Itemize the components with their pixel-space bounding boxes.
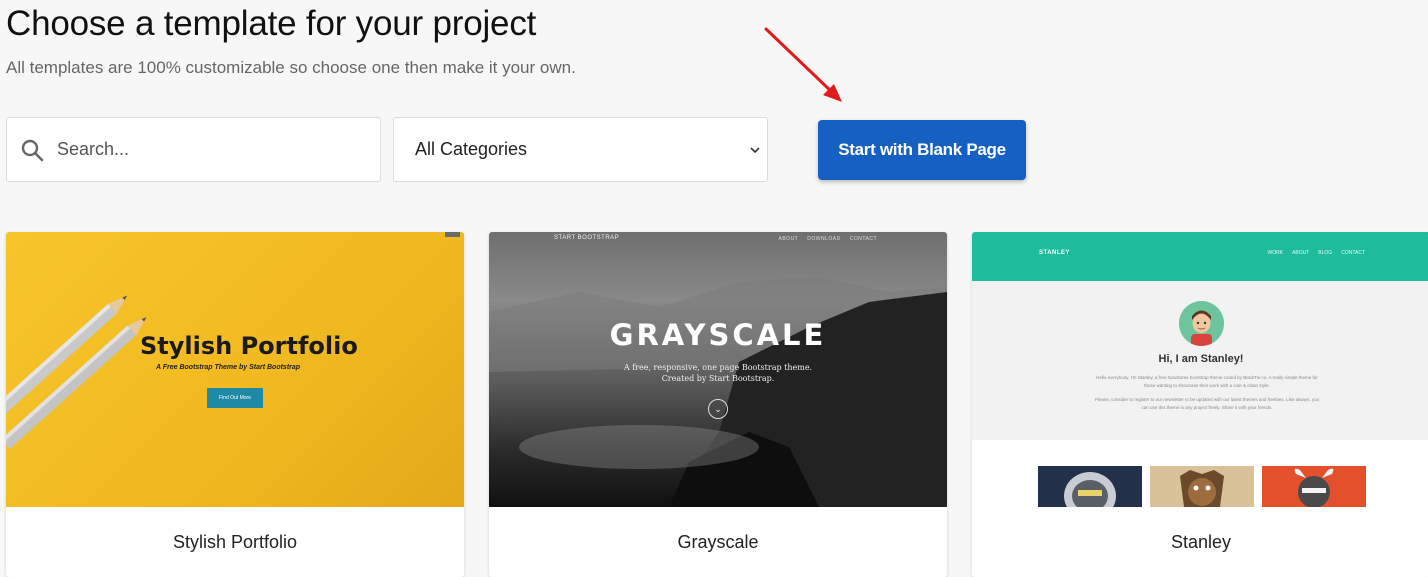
avatar	[1179, 301, 1224, 346]
template-card-stanley[interactable]: STANLEY WORK ABOUT BLOG CONTACT Hi, I am…	[972, 232, 1428, 577]
preview-headline: GRAYSCALE	[609, 318, 827, 352]
chevron-down-icon	[750, 146, 760, 153]
preview-tagline: A Free Bootstrap Theme by Start Bootstra…	[156, 364, 301, 371]
template-thumbnail[interactable]: STANLEY WORK ABOUT BLOG CONTACT Hi, I am…	[972, 232, 1428, 507]
template-card-stylish-portfolio[interactable]: Stylish Portfolio A Free Bootstrap Theme…	[6, 232, 464, 577]
preview-description-line: Created by Start Bootstrap.	[661, 374, 775, 383]
preview-topbar	[972, 232, 1428, 281]
template-thumbnail[interactable]: Stylish Portfolio A Free Bootstrap Theme…	[6, 232, 464, 507]
search-box[interactable]	[6, 117, 381, 182]
category-select[interactable]: All Categories	[393, 117, 768, 182]
template-name: Stylish Portfolio	[172, 531, 298, 552]
template-name: Stanley	[1170, 531, 1232, 552]
category-select-value: All Categories	[415, 139, 528, 159]
annotation-arrow-icon	[764, 27, 842, 102]
chevron-down-circle-icon: ⌄	[708, 399, 728, 419]
preview-nav-item: WORK	[1267, 250, 1284, 256]
preview-nav-item: DOWNLOAD	[807, 236, 841, 242]
preview-portfolio-image	[1038, 466, 1142, 507]
preview-nav: WORK ABOUT BLOG CONTACT	[1268, 250, 1366, 256]
start-blank-page-button[interactable]: Start with Blank Page	[818, 120, 1026, 180]
preview-brand: START BOOTSTRAP	[554, 235, 620, 241]
preview-paragraph: Please, consider to register to our news…	[1094, 397, 1320, 410]
template-thumbnail[interactable]: START BOOTSTRAP ABOUT DOWNLOAD CONTACT G…	[489, 232, 947, 507]
page-title: Choose a template for your project	[6, 4, 537, 43]
search-icon	[21, 139, 44, 161]
preview-logo: STANLEY	[1039, 250, 1071, 256]
preview-portfolio-image	[1150, 466, 1254, 507]
template-card-grayscale[interactable]: START BOOTSTRAP ABOUT DOWNLOAD CONTACT G…	[489, 232, 947, 577]
thumbnail-corner-tab	[445, 232, 460, 237]
preview-nav-item: ABOUT	[778, 236, 799, 242]
preview-portfolio-image	[1262, 466, 1366, 507]
preview-description: A free, responsive, one page Bootstrap t…	[489, 362, 947, 384]
template-name: Grayscale	[677, 531, 759, 552]
preview-description-line: A free, responsive, one page Bootstrap t…	[623, 363, 813, 372]
preview-nav-item: BLOG	[1318, 250, 1333, 256]
preview-greeting: Hi, I am Stanley!	[1158, 353, 1244, 365]
preview-paragraph: Hello everybody. I'm Stanley, a free han…	[1096, 375, 1318, 388]
pencils-image	[6, 295, 146, 449]
page-subtitle: All templates are 100% customizable so c…	[6, 58, 576, 77]
preview-nav-item: CONTACT	[1341, 250, 1365, 256]
preview-headline: Stylish Portfolio	[140, 332, 358, 360]
preview-nav-item: ABOUT	[1292, 250, 1310, 256]
preview-nav: ABOUT DOWNLOAD CONTACT	[779, 236, 877, 242]
preview-cta-button: Find Out More	[207, 388, 263, 408]
search-input[interactable]	[57, 139, 337, 160]
preview-nav-item: CONTACT	[849, 236, 877, 242]
